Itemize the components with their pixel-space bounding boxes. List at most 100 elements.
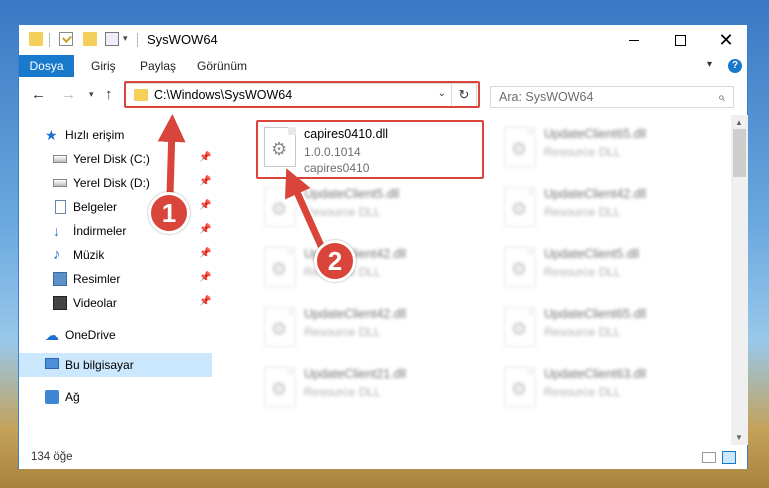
- gear-icon: ⚙: [511, 319, 528, 339]
- scrollbar-thumb[interactable]: [733, 129, 746, 177]
- window-title: SysWOW64: [147, 32, 218, 47]
- sidebar-item-network[interactable]: Ağ: [19, 385, 212, 409]
- properties-check-icon[interactable]: [59, 32, 73, 46]
- sidebar-item-label: Yerel Disk (D:): [73, 176, 150, 190]
- file-list: ⚙ capires0410.dll 1.0.0.1014 capires0410…: [212, 115, 731, 445]
- forward-icon[interactable]: →: [61, 86, 76, 103]
- file-item[interactable]: ⚙ UpdateClient65.dll Resource DLL: [496, 301, 716, 357]
- pin-icon[interactable]: 📌: [199, 272, 211, 283]
- file-item[interactable]: ⚙ UpdateClient42.dll Resource DLL: [256, 301, 476, 357]
- explorer-window: ▾ SysWOW64 ✕ Dosya Giriş Paylaş Görünüm …: [18, 24, 748, 469]
- file-description: Resource DLL: [544, 325, 621, 339]
- divider: [137, 33, 138, 47]
- recent-locations-icon[interactable]: ▾: [89, 89, 94, 100]
- file-description: Resource DLL: [304, 325, 381, 339]
- sidebar-item-label: İndirmeler: [73, 224, 127, 238]
- help-icon[interactable]: ?: [728, 59, 742, 73]
- search-input[interactable]: Ara: SysWOW64 ⌕: [490, 86, 734, 108]
- file-description: Resource DLL: [304, 205, 381, 219]
- file-name: UpdateClient5.dll: [304, 187, 400, 201]
- tab-share[interactable]: Paylaş: [140, 55, 176, 77]
- customize-icon[interactable]: [105, 32, 119, 46]
- sidebar-item-label: Resimler: [73, 272, 121, 286]
- scroll-up-icon[interactable]: ▲: [735, 118, 743, 127]
- chevron-down-icon[interactable]: ▾: [123, 33, 128, 44]
- title-bar[interactable]: ▾ SysWOW64 ✕: [19, 25, 747, 55]
- dll-file-icon: ⚙: [264, 187, 296, 227]
- sidebar-item-label: Hızlı erişim: [65, 128, 125, 142]
- cloud-icon: ☁: [45, 327, 59, 343]
- sidebar-item-disk-c[interactable]: Yerel Disk (C:) 📌: [19, 147, 212, 171]
- sidebar-item-this-pc[interactable]: Bu bilgisayar: [19, 353, 212, 377]
- file-name: UpdateClient65.dll: [544, 127, 647, 141]
- gear-icon: ⚙: [511, 379, 528, 399]
- network-icon: [45, 390, 59, 404]
- item-count: 134 öğe: [31, 451, 73, 463]
- expand-ribbon-icon[interactable]: ▾: [707, 59, 712, 70]
- back-icon[interactable]: ←: [31, 86, 46, 103]
- file-item[interactable]: ⚙ UpdateClient42.dll Resource DLL: [496, 181, 716, 237]
- minimize-button[interactable]: [611, 25, 657, 55]
- gear-icon: ⚙: [271, 259, 288, 279]
- scroll-down-icon[interactable]: ▼: [735, 433, 743, 442]
- up-icon[interactable]: ↑: [105, 86, 113, 103]
- dll-file-icon: ⚙: [504, 307, 536, 347]
- gear-icon: ⚙: [271, 199, 288, 219]
- video-icon: [53, 296, 67, 310]
- document-icon: [55, 200, 66, 214]
- file-description: Resource DLL: [544, 145, 621, 159]
- music-icon: ♪: [53, 246, 61, 263]
- sidebar-item-music[interactable]: ♪ Müzik 📌: [19, 243, 212, 267]
- sidebar-item-label: Belgeler: [73, 200, 118, 214]
- pictures-icon: [53, 272, 67, 286]
- sidebar-item-onedrive[interactable]: ☁ OneDrive: [19, 323, 212, 347]
- folder-icon[interactable]: [29, 32, 43, 46]
- maximize-button[interactable]: [657, 25, 703, 55]
- file-item[interactable]: ⚙ UpdateClient21.dll Resource DLL: [256, 361, 476, 417]
- sidebar-item-quick-access[interactable]: ★ Hızlı erişim: [19, 123, 212, 147]
- tiles-view-icon[interactable]: [722, 451, 736, 464]
- pin-icon[interactable]: 📌: [199, 176, 211, 187]
- tab-home[interactable]: Giriş: [91, 55, 116, 77]
- address-highlight-box: [124, 81, 480, 108]
- details-view-icon[interactable]: [702, 452, 716, 463]
- file-item[interactable]: ⚙ UpdateClient5.dll Resource DLL: [256, 181, 476, 237]
- close-button[interactable]: ✕: [703, 25, 749, 55]
- file-description: Resource DLL: [544, 265, 621, 279]
- vertical-scrollbar[interactable]: ▲ ▼: [731, 115, 748, 445]
- file-name: UpdateClient63.dll: [544, 367, 647, 381]
- sidebar-item-disk-d[interactable]: Yerel Disk (D:) 📌: [19, 171, 212, 195]
- file-name: UpdateClient21.dll: [304, 367, 407, 381]
- dll-file-icon: ⚙: [504, 187, 536, 227]
- file-name: UpdateClient5.dll: [544, 247, 640, 261]
- pin-icon[interactable]: 📌: [199, 224, 211, 235]
- pin-icon[interactable]: 📌: [199, 248, 211, 259]
- file-description: Resource DLL: [544, 205, 621, 219]
- sidebar-item-label: OneDrive: [65, 328, 116, 342]
- search-icon[interactable]: ⌕: [718, 90, 725, 105]
- gear-icon: ⚙: [271, 319, 288, 339]
- callout-step-2: 2: [314, 240, 356, 282]
- file-name: UpdateClient65.dll: [544, 307, 647, 321]
- sidebar-item-pictures[interactable]: Resimler 📌: [19, 267, 212, 291]
- dll-file-icon: ⚙: [504, 367, 536, 407]
- dll-file-icon: ⚙: [264, 247, 296, 287]
- sidebar-item-videos[interactable]: Videolar 📌: [19, 291, 212, 315]
- tab-view[interactable]: Görünüm: [197, 55, 247, 77]
- file-description: Resource DLL: [544, 385, 621, 399]
- new-folder-icon[interactable]: [83, 32, 97, 46]
- dll-file-icon: ⚙: [264, 307, 296, 347]
- file-item[interactable]: ⚙ UpdateClient63.dll Resource DLL: [496, 361, 716, 417]
- gear-icon: ⚙: [511, 139, 528, 159]
- pin-icon[interactable]: 📌: [199, 152, 211, 163]
- file-item[interactable]: ⚙ UpdateClient42.dll Resource DLL: [256, 241, 476, 297]
- pin-icon[interactable]: 📌: [199, 296, 211, 307]
- search-placeholder: Ara: SysWOW64: [499, 90, 594, 104]
- gear-icon: ⚙: [271, 379, 288, 399]
- file-item[interactable]: ⚙ UpdateClient65.dll Resource DLL: [496, 121, 716, 177]
- file-item[interactable]: ⚙ UpdateClient5.dll Resource DLL: [496, 241, 716, 297]
- download-icon: ↓: [53, 223, 60, 239]
- tab-file[interactable]: Dosya: [19, 55, 74, 77]
- dll-file-icon: ⚙: [264, 367, 296, 407]
- pin-icon[interactable]: 📌: [199, 200, 211, 211]
